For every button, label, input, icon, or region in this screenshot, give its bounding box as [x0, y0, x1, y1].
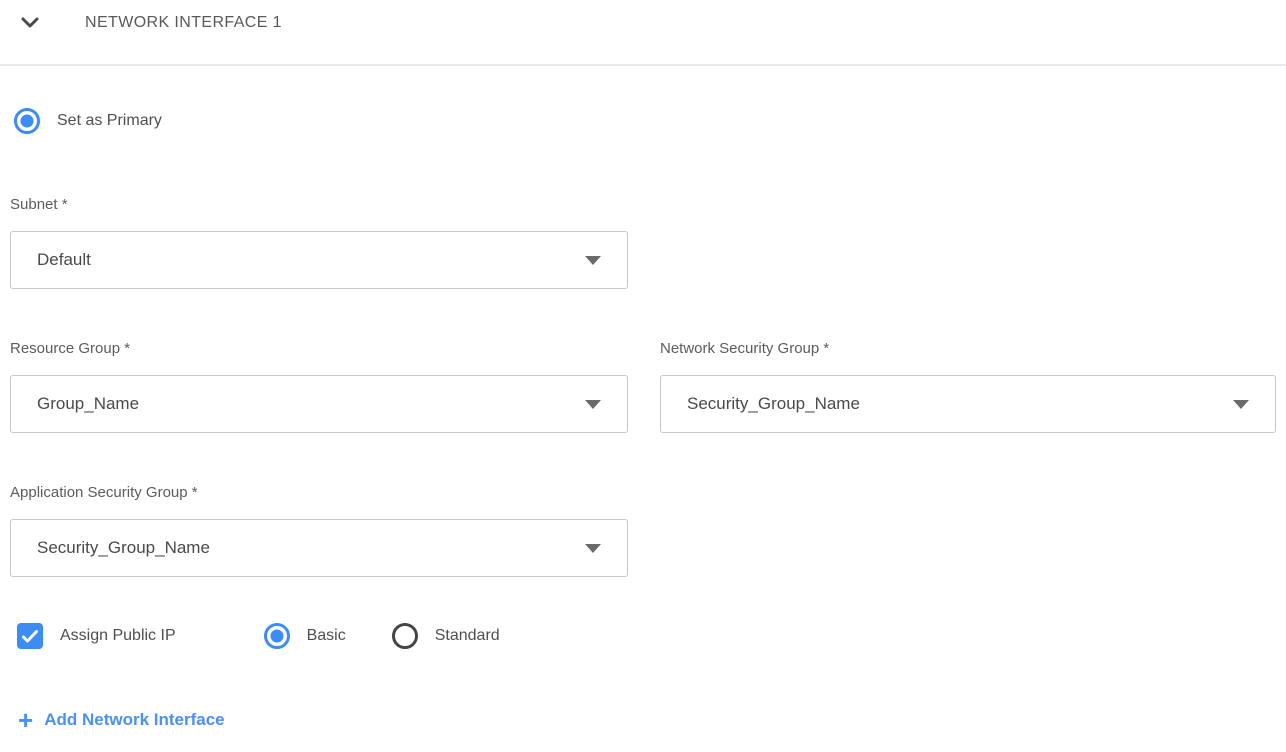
- subnet-field: Subnet * Default: [10, 196, 628, 289]
- network-security-group-value: Security_Group_Name: [687, 394, 860, 414]
- dropdown-caret-icon: [1233, 400, 1249, 409]
- sku-option-standard: Standard: [392, 623, 500, 649]
- add-network-interface-button[interactable]: + Add Network Interface: [10, 709, 225, 731]
- standard-radio[interactable]: [392, 623, 418, 649]
- resource-group-field: Resource Group * Group_Name: [10, 340, 628, 433]
- basic-label: Basic: [307, 627, 346, 645]
- application-security-group-value: Security_Group_Name: [37, 538, 210, 558]
- sku-option-basic: Basic: [264, 623, 346, 649]
- resource-group-value: Group_Name: [37, 394, 139, 414]
- form-grid: Subnet * Default Resource Group * Group_…: [10, 196, 1276, 577]
- section-divider: [0, 64, 1286, 66]
- dropdown-caret-icon: [585, 256, 601, 265]
- application-security-group-select[interactable]: Security_Group_Name: [10, 519, 628, 577]
- set-primary-label: Set as Primary: [57, 112, 162, 130]
- network-security-group-select[interactable]: Security_Group_Name: [660, 375, 1276, 433]
- network-security-group-label: Network Security Group *: [660, 340, 1276, 358]
- subnet-label: Subnet *: [10, 196, 628, 214]
- collapse-section-button[interactable]: [18, 11, 42, 35]
- public-ip-row: Assign Public IP Basic Standard: [10, 623, 1276, 649]
- network-security-group-field: Network Security Group * Security_Group_…: [660, 340, 1276, 433]
- checkmark-icon: [22, 630, 38, 643]
- subnet-select[interactable]: Default: [10, 231, 628, 289]
- assign-public-ip-checkbox[interactable]: [17, 623, 43, 649]
- network-interface-section: NETWORK INTERFACE 1 Set as Primary Subne…: [0, 0, 1286, 731]
- subnet-value: Default: [37, 250, 91, 270]
- dropdown-caret-icon: [585, 400, 601, 409]
- resource-group-select[interactable]: Group_Name: [10, 375, 628, 433]
- section-title: NETWORK INTERFACE 1: [85, 14, 282, 32]
- plus-icon: +: [18, 709, 33, 731]
- assign-public-ip-label: Assign Public IP: [60, 627, 176, 645]
- set-primary-row: Set as Primary: [10, 108, 1276, 134]
- chevron-down-icon: [21, 17, 39, 29]
- application-security-group-label: Application Security Group *: [10, 484, 628, 502]
- dropdown-caret-icon: [585, 544, 601, 553]
- resource-group-label: Resource Group *: [10, 340, 628, 358]
- set-primary-radio[interactable]: [14, 108, 40, 134]
- basic-radio[interactable]: [264, 623, 290, 649]
- application-security-group-field: Application Security Group * Security_Gr…: [10, 484, 628, 577]
- standard-label: Standard: [435, 627, 500, 645]
- section-header: NETWORK INTERFACE 1: [10, 8, 1276, 38]
- add-network-interface-label: Add Network Interface: [44, 710, 224, 730]
